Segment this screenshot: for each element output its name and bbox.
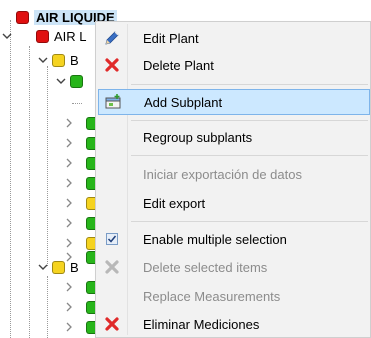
chevron-right-icon[interactable] bbox=[63, 157, 75, 169]
checkbox-icon bbox=[98, 226, 126, 252]
tree-leaf-dash bbox=[1, 11, 13, 23]
status-green-square-icon bbox=[70, 74, 83, 88]
tree-guide-line bbox=[72, 103, 82, 104]
chevron-down-icon[interactable] bbox=[55, 75, 67, 87]
status-yellow-square-icon bbox=[52, 260, 65, 274]
menu-item-label: Replace Measurements bbox=[143, 288, 281, 304]
chevron-down-icon[interactable] bbox=[37, 54, 49, 66]
chevron-down-icon[interactable] bbox=[37, 261, 49, 273]
menu-item-iniciar-exportacion[interactable]: Iniciar exportación de datos bbox=[98, 161, 370, 187]
red-x-icon bbox=[98, 311, 126, 337]
menu-item-replace-measurements[interactable]: Replace Measurements bbox=[98, 283, 370, 309]
chevron-right-icon[interactable] bbox=[63, 137, 75, 149]
node-label: B bbox=[70, 52, 79, 68]
menu-item-label: Eliminar Mediciones bbox=[143, 316, 260, 332]
menu-separator bbox=[131, 120, 368, 121]
menu-item-label: Add Subplant bbox=[144, 94, 223, 110]
menu-item-edit-export[interactable]: Edit export bbox=[98, 190, 370, 216]
menu-item-add-subplant[interactable]: Add Subplant bbox=[98, 89, 370, 115]
menu-item-label: Edit export bbox=[143, 195, 206, 211]
empty-icon-slot bbox=[98, 190, 126, 216]
chevron-right-icon[interactable] bbox=[63, 301, 75, 313]
context-menu: Edit Plant Delete Plant Add Subplant Reg… bbox=[95, 21, 371, 338]
tree-node-group-1[interactable]: B bbox=[37, 51, 79, 69]
chevron-right-icon[interactable] bbox=[63, 321, 75, 333]
grey-x-icon bbox=[98, 254, 126, 280]
empty-icon-slot bbox=[98, 124, 126, 150]
menu-separator bbox=[131, 221, 368, 222]
status-yellow-square-icon bbox=[52, 53, 65, 67]
empty-icon-slot bbox=[98, 161, 126, 187]
tree-guide-line bbox=[47, 276, 48, 338]
chevron-down-icon[interactable] bbox=[1, 30, 13, 42]
menu-separator bbox=[131, 155, 368, 156]
chevron-right-icon[interactable] bbox=[63, 197, 75, 209]
menu-item-eliminar-mediciones[interactable]: Eliminar Mediciones bbox=[98, 311, 370, 337]
menu-item-edit-plant[interactable]: Edit Plant bbox=[98, 25, 370, 51]
status-red-square-icon bbox=[36, 29, 49, 43]
red-x-icon bbox=[98, 52, 126, 78]
menu-item-regroup-subplants[interactable]: Regroup subplants bbox=[98, 124, 370, 150]
menu-item-label: Delete selected items bbox=[143, 259, 268, 275]
menu-item-label: Delete Plant bbox=[143, 57, 214, 73]
empty-icon-slot bbox=[98, 283, 126, 309]
node-label: B bbox=[70, 259, 79, 275]
tree-guide-line bbox=[47, 66, 48, 266]
menu-item-enable-multiple-selection[interactable]: Enable multiple selection bbox=[98, 226, 370, 252]
tree-guide-line bbox=[10, 20, 11, 338]
chevron-right-icon[interactable] bbox=[63, 281, 75, 293]
pencil-icon bbox=[98, 25, 126, 51]
chevron-right-icon[interactable] bbox=[63, 217, 75, 229]
menu-item-label: Enable multiple selection bbox=[143, 231, 287, 247]
menu-item-label: Regroup subplants bbox=[143, 129, 253, 145]
node-label: AIR L bbox=[54, 28, 87, 44]
tree-node-air-liquide[interactable]: AIR L bbox=[1, 27, 87, 45]
menu-item-label: Iniciar exportación de datos bbox=[143, 166, 302, 182]
tree-node-group-2[interactable]: B bbox=[37, 258, 79, 276]
tree-node-subplant[interactable] bbox=[55, 72, 88, 90]
status-red-square-icon bbox=[16, 10, 29, 24]
chevron-right-icon[interactable] bbox=[63, 177, 75, 189]
menu-item-delete-plant[interactable]: Delete Plant bbox=[98, 52, 370, 78]
menu-item-label: Edit Plant bbox=[143, 30, 199, 46]
menu-separator bbox=[131, 84, 368, 85]
add-subplant-icon bbox=[99, 89, 127, 115]
checkmark-icon bbox=[106, 233, 118, 245]
tree-guide-line bbox=[29, 46, 30, 338]
menu-item-delete-selected-items[interactable]: Delete selected items bbox=[98, 254, 370, 280]
chevron-right-icon[interactable] bbox=[63, 117, 75, 129]
